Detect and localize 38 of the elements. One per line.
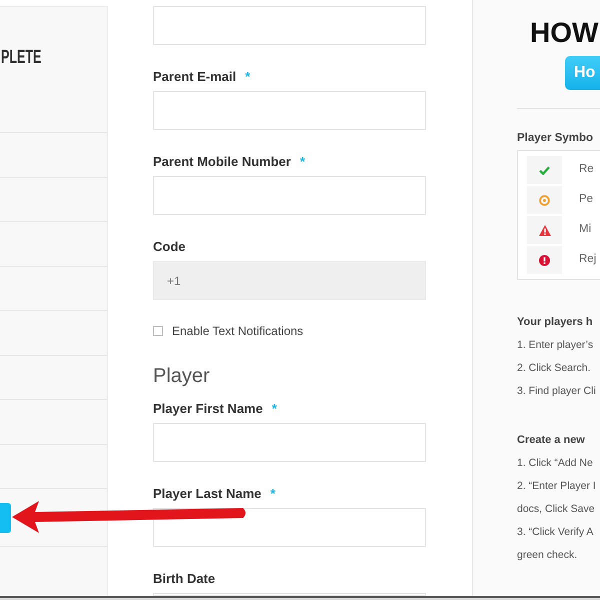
- field-label: Player First Name: [153, 400, 263, 418]
- field-label: Player Last Name: [153, 485, 262, 503]
- input-field[interactable]: [153, 508, 426, 547]
- step-text: docs, Click Save: [517, 502, 595, 517]
- checkbox-label: Enable Text Notifications: [172, 323, 304, 340]
- required-mark: *: [272, 400, 277, 418]
- input-field[interactable]: [153, 593, 426, 596]
- sidebar-button[interactable]: [0, 502, 11, 532]
- symbol-label: Pe: [579, 192, 594, 208]
- section-title: Create a new: [517, 433, 585, 448]
- symbols-title: Player Symbo: [517, 131, 594, 146]
- symbol-label: Rej: [579, 252, 596, 268]
- symbol-label: Mi: [579, 222, 592, 238]
- field-label: Birth Date: [153, 570, 216, 588]
- field-label: Code: [153, 238, 186, 256]
- field-label: Parent Mobile Number: [153, 153, 291, 171]
- step-text: 1. Enter player’s: [517, 338, 594, 353]
- brand-title: PLETE: [1, 48, 42, 67]
- required-mark: *: [270, 485, 276, 503]
- help-button[interactable]: Ho: [565, 56, 600, 90]
- input-field[interactable]: [153, 423, 426, 462]
- section-heading: Player: [153, 364, 210, 389]
- input-field[interactable]: [153, 6, 426, 45]
- section-title: Your players h: [517, 315, 593, 330]
- help-title: HOW: [530, 17, 598, 49]
- step-text: 1. Click “Add Ne: [517, 456, 593, 471]
- step-text: 2. Click Search.: [517, 361, 591, 376]
- input-field[interactable]: [153, 176, 426, 215]
- symbol-label: Re: [579, 162, 594, 178]
- field-label: Parent E-mail: [153, 68, 236, 86]
- required-mark: *: [300, 153, 306, 171]
- required-mark: *: [245, 68, 250, 86]
- step-text: 3. “Click Verify A: [517, 525, 594, 540]
- step-text: 2. “Enter Player I: [517, 479, 596, 494]
- checkbox[interactable]: [153, 326, 163, 336]
- step-text: green check.: [517, 548, 578, 563]
- step-text: 3. Find player Cli: [517, 384, 596, 399]
- input-field[interactable]: [153, 91, 426, 130]
